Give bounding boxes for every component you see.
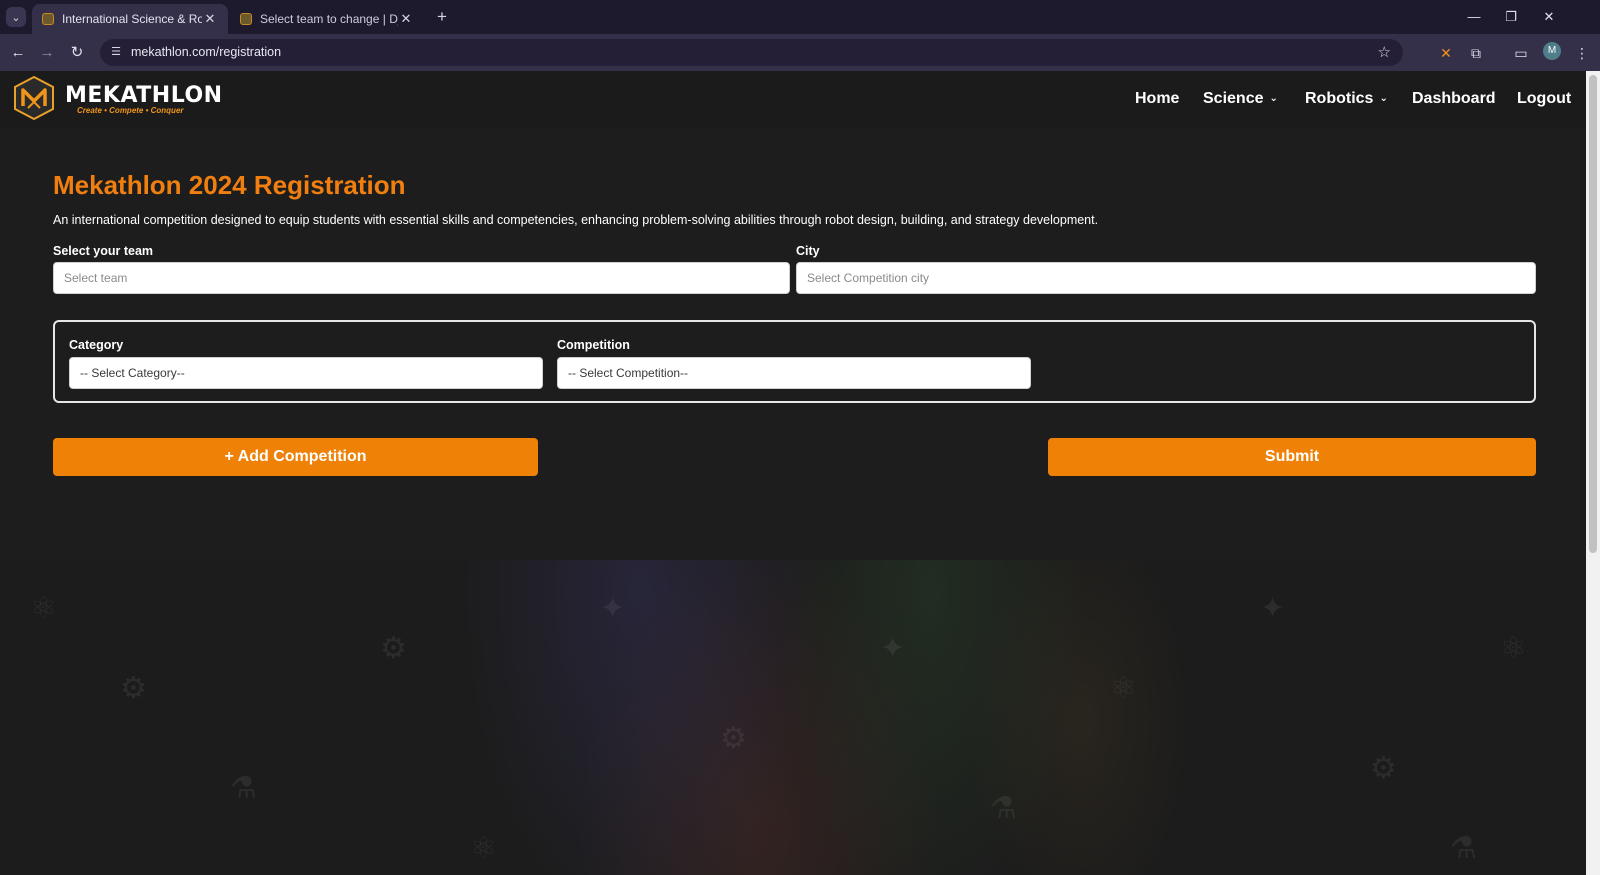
- team-select-input[interactable]: Select team: [53, 262, 790, 294]
- site-favicon-icon: [42, 13, 54, 25]
- extensions-puzzle-icon[interactable]: ⧉: [1466, 43, 1486, 63]
- nav-robotics[interactable]: Robotics ⌄: [1305, 90, 1388, 108]
- nav-home-label: Home: [1135, 90, 1180, 107]
- category-label: Category: [69, 338, 124, 352]
- nav-home[interactable]: Home: [1135, 90, 1179, 108]
- nav-science-label: Science: [1203, 90, 1264, 107]
- site-info-icon[interactable]: ☰: [108, 44, 124, 60]
- competition-select[interactable]: -- Select Competition--: [557, 357, 1031, 389]
- nav-dashboard-label: Dashboard: [1412, 90, 1496, 107]
- team-label: Select your team: [53, 244, 154, 258]
- gear-icon: ⚙: [1370, 752, 1397, 785]
- restore-icon[interactable]: ❐: [1494, 6, 1528, 28]
- nav-dashboard[interactable]: Dashboard: [1412, 90, 1496, 108]
- flask-icon: ⚗: [1450, 832, 1477, 865]
- competition-label: Competition: [557, 338, 630, 352]
- reload-icon[interactable]: ↻: [66, 42, 88, 64]
- close-icon[interactable]: ✕: [398, 11, 414, 27]
- chevron-down-icon: ⌄: [1379, 93, 1388, 104]
- rocket-icon: ✦: [880, 632, 906, 665]
- tab-django-admin[interactable]: Select team to change | Django ✕: [230, 4, 424, 34]
- flask-icon: ⚗: [230, 772, 257, 805]
- page-scrollbar[interactable]: [1586, 71, 1600, 875]
- profile-avatar[interactable]: M: [1543, 42, 1561, 60]
- minimize-icon[interactable]: —: [1457, 6, 1491, 28]
- tab-registration[interactable]: International Science & Robotic ✕: [32, 4, 228, 34]
- window-close-icon[interactable]: ✕: [1532, 6, 1566, 28]
- scrollbar-thumb[interactable]: [1589, 75, 1597, 553]
- tab-title: International Science & Robotic: [62, 12, 202, 26]
- city-select-input[interactable]: Select Competition city: [796, 262, 1536, 294]
- flask-icon: ⚗: [990, 792, 1017, 825]
- gear-icon: ⚙: [720, 722, 747, 755]
- chevron-down-icon: ⌄: [1269, 93, 1278, 104]
- address-bar[interactable]: ☰ mekathlon.com/registration ☆: [100, 39, 1403, 66]
- gear-icon: ⚙: [120, 672, 147, 705]
- extension-icon[interactable]: ✕: [1436, 43, 1456, 63]
- page-title: Mekathlon 2024 Registration: [53, 170, 406, 200]
- forward-arrow-icon[interactable]: →: [36, 42, 58, 64]
- bookmark-star-icon[interactable]: ☆: [1378, 43, 1391, 61]
- atom-icon: ⚛: [470, 832, 497, 865]
- brand-tagline: Create • Compete • Conquer: [77, 106, 184, 115]
- cast-icon[interactable]: ▭: [1511, 43, 1531, 63]
- nav-science[interactable]: Science ⌄: [1203, 90, 1278, 108]
- atom-icon: ⚛: [30, 592, 57, 625]
- site-navbar: MEKATHLON Create • Compete • Conquer Hom…: [0, 71, 1586, 128]
- page-description: An international competition designed to…: [53, 213, 1099, 227]
- new-tab-plus-icon[interactable]: +: [432, 7, 452, 27]
- atom-icon: ⚛: [1110, 672, 1137, 705]
- browser-tab-bar: ⌄ International Science & Robotic ✕ Sele…: [0, 0, 1600, 34]
- rocket-icon: ✦: [1260, 592, 1286, 625]
- site-favicon-icon: [240, 13, 252, 25]
- nav-robotics-label: Robotics: [1305, 90, 1374, 107]
- browser-toolbar: ← → ↻ ☰ mekathlon.com/registration ☆ ✕ ⧉…: [0, 34, 1600, 71]
- submit-button[interactable]: Submit: [1048, 438, 1536, 476]
- city-label: City: [796, 244, 820, 258]
- back-arrow-icon[interactable]: ←: [7, 42, 29, 64]
- mekathlon-logo-icon[interactable]: [13, 75, 55, 121]
- rocket-icon: ✦: [600, 592, 626, 625]
- close-icon[interactable]: ✕: [202, 11, 218, 27]
- tab-search-icon[interactable]: ⌄: [6, 7, 26, 27]
- competition-entry-box: Category -- Select Category-- Competitio…: [53, 320, 1536, 403]
- tab-title: Select team to change | Django: [260, 12, 398, 26]
- nav-logout-label: Logout: [1517, 90, 1572, 107]
- add-competition-button[interactable]: + Add Competition: [53, 438, 538, 476]
- atom-icon: ⚛: [1500, 632, 1527, 665]
- gear-icon: ⚙: [380, 632, 407, 665]
- nav-logout[interactable]: Logout: [1517, 90, 1571, 108]
- brand-name[interactable]: MEKATHLON: [65, 83, 223, 108]
- browser-menu-icon[interactable]: ⋮: [1572, 43, 1592, 63]
- page-viewport: ⚛ ⚙ ⚗ ⚙ ⚛ ✦ ⚙ ✦ ⚗ ⚛ ✦ ⚙ ⚛ ⚗ MEKATHLON Cr…: [0, 71, 1586, 875]
- url-text: mekathlon.com/registration: [131, 45, 282, 59]
- category-select[interactable]: -- Select Category--: [69, 357, 543, 389]
